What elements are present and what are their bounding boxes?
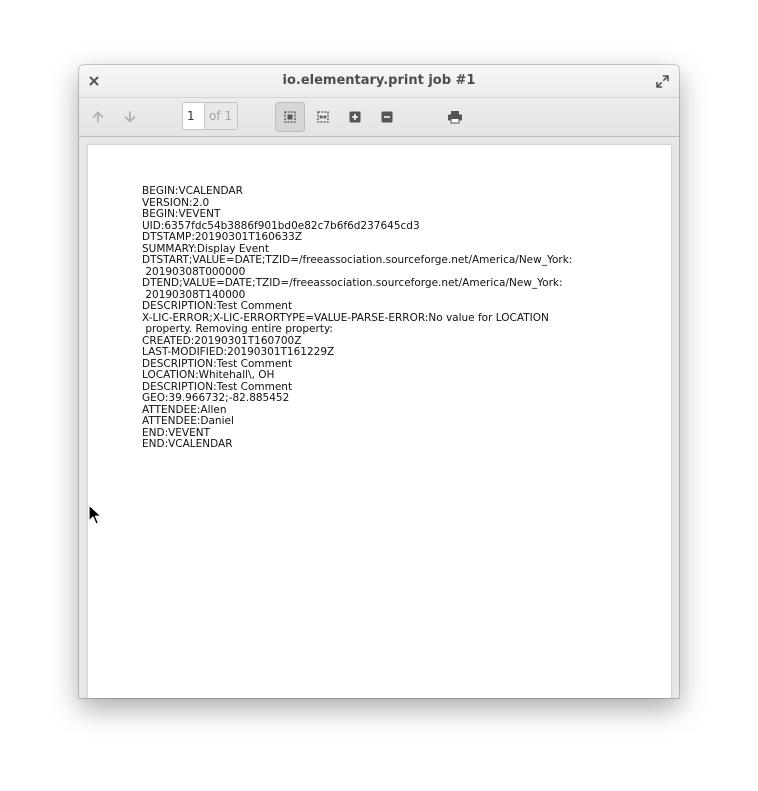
titlebar[interactable]: io.elementary.print job #1 [79, 65, 679, 98]
zoom-fit-page-icon [284, 111, 296, 123]
maximize-button[interactable] [653, 72, 671, 90]
arrow-down-icon [124, 111, 136, 123]
text-line: DTSTART;VALUE=DATE;TZID=/freeassociation… [142, 254, 573, 266]
text-line: VERSION:2.0 [142, 196, 210, 209]
page-count-label: of 1 [209, 109, 233, 123]
print-preview-window: io.elementary.print job #1 of 1 [79, 65, 679, 698]
text-line: ATTENDEE:Allen [142, 403, 227, 416]
zoom-out-icon [381, 111, 393, 123]
text-line: END:VCALENDAR [142, 438, 233, 450]
text-line: DTEND;VALUE=DATE;TZID=/freeassociation.s… [142, 277, 563, 289]
window-title: io.elementary.print job #1 [282, 73, 476, 88]
zoom-in-icon [349, 111, 361, 123]
text-line: BEGIN:VEVENT [142, 208, 221, 220]
previous-page-button[interactable] [83, 102, 113, 132]
text-line: 20190308T140000 [142, 288, 246, 301]
document-text: BEGIN:VCALENDAR VERSION:2.0 BEGIN:VEVENT… [142, 185, 573, 451]
preview-area[interactable]: BEGIN:VCALENDAR VERSION:2.0 BEGIN:VEVENT… [79, 137, 679, 698]
mouse-pointer-icon [88, 504, 102, 525]
text-line: SUMMARY:Display Event [142, 242, 269, 255]
zoom-in-button[interactable] [340, 102, 370, 132]
toolbar: of 1 [79, 98, 679, 137]
next-page-button[interactable] [115, 102, 145, 132]
page-selector: of 1 [182, 102, 238, 130]
zoom-fit-page-button[interactable] [275, 102, 305, 132]
text-line: GEO:39.966732;-82.885452 [142, 392, 290, 404]
text-line: DESCRIPTION:Test Comment [142, 357, 293, 370]
text-line: UID:6357fdc54b3886f901bd0e82c7b6f6d23764… [142, 219, 420, 232]
printer-icon [448, 111, 462, 124]
text-line: property. Removing entire property: [142, 323, 333, 335]
maximize-icon [655, 74, 669, 88]
text-line: BEGIN:VCALENDAR [142, 185, 243, 197]
text-line: X-LIC-ERROR;X-LIC-ERRORTYPE=VALUE-PARSE-… [142, 311, 549, 324]
text-line: LOCATION:Whitehall\, OH [142, 369, 275, 381]
zoom-fit-width-button[interactable] [308, 102, 338, 132]
page-number-input[interactable] [183, 103, 205, 129]
text-line: DESCRIPTION:Test Comment [142, 300, 293, 312]
document-page: BEGIN:VCALENDAR VERSION:2.0 BEGIN:VEVENT… [88, 145, 671, 698]
text-line: DTSTAMP:20190301T160633Z [142, 231, 303, 243]
arrow-up-icon [92, 111, 104, 123]
print-button[interactable] [440, 102, 470, 132]
text-line: DESCRIPTION:Test Comment [142, 380, 293, 393]
text-line: LAST-MODIFIED:20190301T161229Z [142, 346, 335, 358]
zoom-fit-width-icon [317, 111, 329, 123]
zoom-out-button[interactable] [372, 102, 402, 132]
text-line: END:VEVENT [142, 426, 211, 439]
text-line: 20190308T000000 [142, 265, 246, 278]
text-line: CREATED:20190301T160700Z [142, 334, 302, 347]
text-line: ATTENDEE:Daniel [142, 415, 234, 427]
